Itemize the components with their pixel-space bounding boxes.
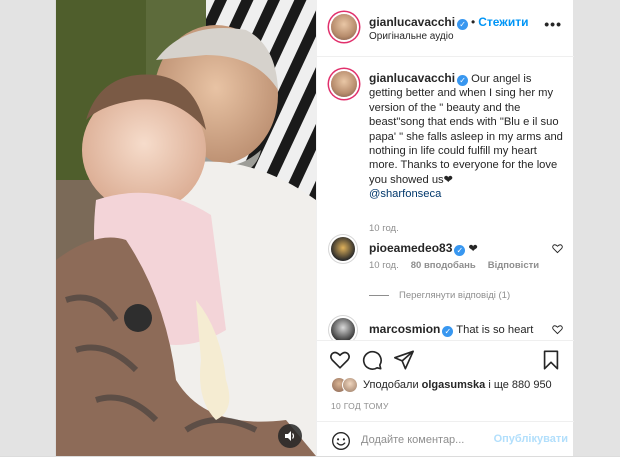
- comment-like-heart-icon[interactable]: [552, 324, 563, 335]
- likes-text: Уподобали olgasumska і ще 880 950: [363, 379, 552, 391]
- caption-body: Our angel is getting better and when I s…: [369, 73, 563, 186]
- verified-badge-icon: ✓: [442, 326, 454, 337]
- post-media[interactable]: [56, 0, 316, 456]
- likes-suffix[interactable]: і ще 880 950: [488, 379, 551, 391]
- caption-avatar[interactable]: [331, 71, 357, 97]
- verified-badge-icon: ✓: [457, 19, 469, 30]
- caption-mention[interactable]: @sharfonseca: [369, 187, 565, 201]
- caption-time[interactable]: 10 год.: [369, 223, 399, 234]
- view-replies-button[interactable]: Переглянути відповіді (1): [369, 290, 510, 301]
- caption-text: gianlucavacchi ✓ Our angel is getting bet…: [369, 71, 565, 202]
- author-username[interactable]: gianlucavacchi: [369, 15, 455, 29]
- emoji-icon[interactable]: [331, 431, 351, 451]
- post-header: gianlucavacchi ✓ • Стежити Оригінальне ауді…: [317, 0, 574, 57]
- comment-avatar[interactable]: [331, 237, 355, 261]
- publish-button[interactable]: Опублікувати: [494, 433, 568, 445]
- add-comment-bar: Опублікувати: [317, 421, 574, 457]
- comment-text-line: pioeamedeo83 ✓ ❤: [369, 241, 478, 256]
- post-side-panel: gianlucavacchi ✓ • Стежити Оригінальне ауді…: [316, 0, 574, 456]
- comment-reply-button[interactable]: Відповісти: [488, 260, 539, 271]
- comment-input[interactable]: [361, 431, 501, 449]
- caption-username[interactable]: gianlucavacchi: [369, 71, 455, 85]
- page-background: gianlucavacchi ✓ • Стежити Оригінальне ауді…: [0, 0, 620, 456]
- follow-button[interactable]: Стежити: [478, 15, 528, 29]
- header-separator: •: [471, 15, 476, 29]
- view-replies-divider: [369, 294, 389, 296]
- comment-time[interactable]: 10 год.: [369, 260, 399, 271]
- likes-prefix: Уподобали: [363, 379, 419, 391]
- likes-user[interactable]: olgasumska: [422, 379, 486, 391]
- view-replies-label: Переглянути відповіді (1): [399, 290, 511, 301]
- header-title-line: gianlucavacchi ✓ • Стежити: [369, 15, 528, 30]
- audio-label[interactable]: Оригінальне аудіо: [369, 31, 454, 42]
- post-actions: Уподобали olgasumska і ще 880 950 10 ГОД…: [317, 340, 574, 456]
- post-modal: gianlucavacchi ✓ • Стежити Оригінальне ауді…: [55, 0, 574, 456]
- post-timestamp[interactable]: 10 ГОД ТОМУ: [331, 401, 389, 411]
- bookmark-icon[interactable]: [540, 349, 562, 371]
- liker-avatar: [342, 377, 358, 393]
- share-icon[interactable]: [393, 349, 415, 371]
- comment-meta: 10 год. 80 вподобань Відповісти: [369, 260, 539, 271]
- comment-text-line: marcosmion ✓ That is so heart: [369, 322, 533, 337]
- comment-avatar[interactable]: [331, 318, 355, 340]
- comment-icon[interactable]: [361, 349, 383, 371]
- liked-by-avatars[interactable]: [331, 377, 361, 393]
- comment-username[interactable]: pioeamedeo83: [369, 241, 452, 255]
- comment-likes[interactable]: 80 вподобань: [411, 260, 476, 271]
- comment-body: That is so heart: [456, 324, 534, 336]
- audio-icon: [285, 431, 295, 441]
- verified-badge-icon: ✓: [457, 75, 469, 86]
- verified-badge-icon: ✓: [454, 245, 466, 256]
- comments-list: gianlucavacchi ✓ Our angel is getting bet…: [317, 57, 574, 340]
- audio-toggle-button[interactable]: [278, 424, 302, 448]
- comment-username[interactable]: marcosmion: [369, 322, 440, 336]
- heart-icon[interactable]: [329, 349, 351, 371]
- comment-like-heart-icon[interactable]: [552, 243, 563, 254]
- author-avatar[interactable]: [331, 14, 357, 40]
- post-photo: [56, 0, 316, 456]
- comment-body: ❤: [468, 243, 478, 255]
- more-options-icon[interactable]: •••: [544, 16, 562, 32]
